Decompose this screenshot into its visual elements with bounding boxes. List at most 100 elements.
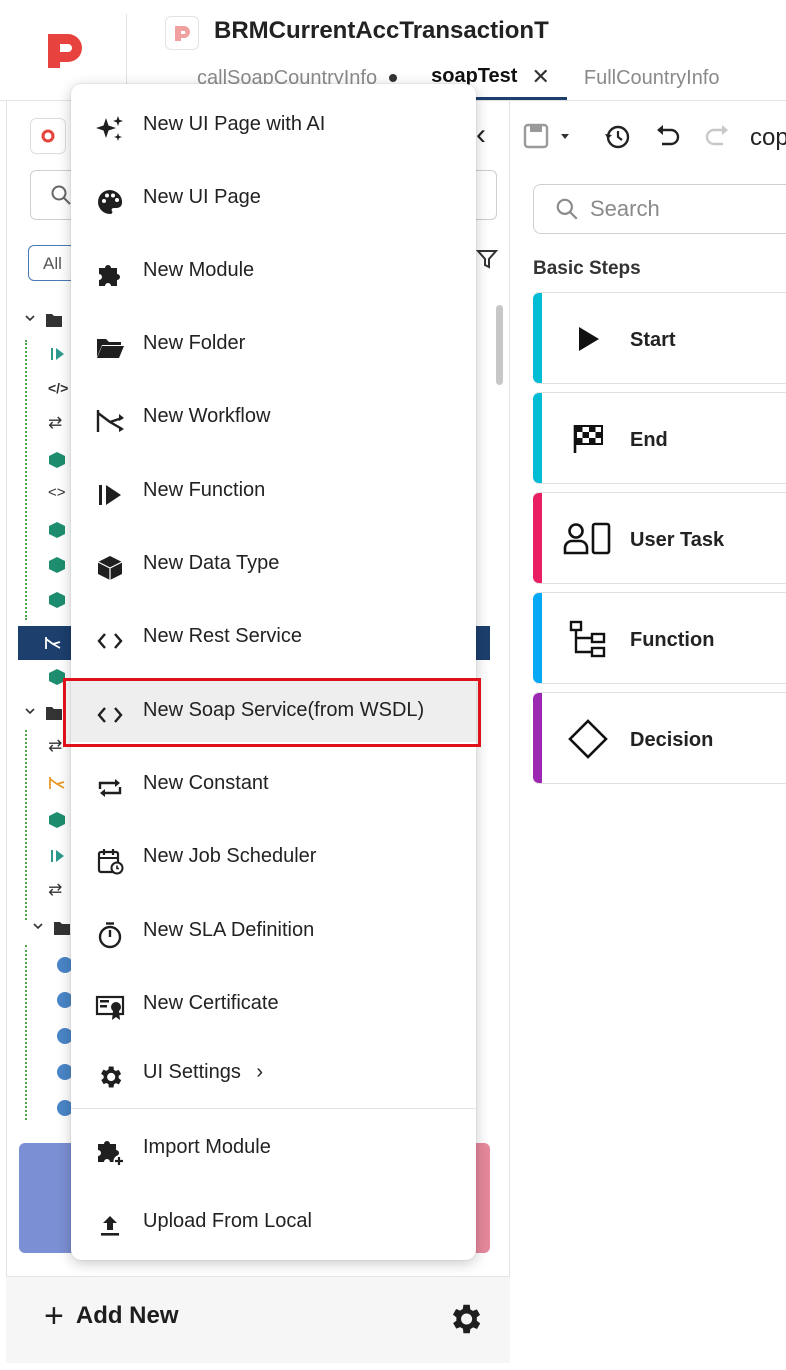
brand-logo (48, 34, 82, 68)
diamond-icon (563, 715, 613, 763)
menu-item-label: New Function (143, 478, 266, 501)
palette-icon (95, 187, 125, 217)
step-label: Start (630, 329, 676, 351)
menu-item-new-folder[interactable]: New Folder (71, 311, 476, 375)
step-decision[interactable]: Decision (533, 692, 786, 784)
app-icon (165, 16, 199, 50)
menu-item-label: New UI Page (143, 185, 261, 208)
sparkles-icon (95, 114, 125, 144)
search-field[interactable] (590, 196, 786, 222)
highlight-annotation-box (63, 678, 481, 747)
menu-item-label: New Certificate (143, 991, 279, 1014)
menu-item-new-sla-definition[interactable]: New SLA Definition (71, 898, 476, 962)
function-tree-icon (563, 615, 613, 663)
menu-item-label: UI Settings › (143, 1061, 263, 1084)
search-icon (51, 185, 71, 205)
header-divider (126, 14, 127, 90)
plus-icon: + (44, 1297, 64, 1335)
menu-item-label: New UI Page with AI (143, 112, 326, 135)
menu-item-new-workflow[interactable]: New Workflow (71, 384, 476, 448)
step-user-task[interactable]: User Task (533, 492, 786, 584)
menu-item-ui-settings[interactable]: UI Settings › (71, 1040, 476, 1104)
app-logo-icon (175, 26, 190, 41)
cube-icon (95, 553, 125, 583)
menu-item-label: New Workflow (143, 404, 271, 427)
menu-item-import-module[interactable]: Import Module (71, 1115, 476, 1179)
step-color-bar (533, 293, 542, 383)
menu-item-label: New SLA Definition (143, 918, 315, 941)
menu-item-new-ui-page-with-ai[interactable]: New UI Page with AI (71, 92, 476, 156)
add-new-button[interactable]: + Add New (44, 1297, 179, 1335)
collapse-panel-icon[interactable]: ‹ (476, 118, 486, 152)
menu-item-new-ui-page[interactable]: New UI Page (71, 165, 476, 229)
gear-icon (452, 1304, 481, 1334)
certificate-icon (95, 993, 125, 1023)
code-brackets-icon (95, 626, 125, 656)
tab-label: FullCountryInfo (583, 66, 720, 89)
close-tab-icon[interactable]: ✕ (531, 64, 549, 90)
workflow-icon (95, 406, 125, 436)
add-new-label: Add New (75, 1302, 179, 1329)
ui-settings-label: UI Settings (143, 1060, 241, 1083)
save-dropdown[interactable] (523, 120, 573, 159)
checkered-flag-icon (563, 415, 613, 463)
menu-item-label: Import Module (143, 1135, 271, 1158)
project-icon[interactable] (30, 118, 66, 154)
filter-icon[interactable] (475, 248, 499, 277)
promo-banner-left[interactable] (19, 1143, 75, 1253)
puzzle-icon (95, 260, 125, 290)
unsaved-dot-icon (389, 74, 398, 82)
menu-item-label: New Data Type (143, 551, 280, 574)
user-task-icon (563, 515, 613, 563)
step-color-bar (533, 693, 542, 783)
menu-item-new-data-type[interactable]: New Data Type (71, 531, 476, 595)
play-icon (563, 315, 613, 363)
stopwatch-icon (95, 920, 125, 950)
explorer-scrollbar[interactable] (496, 305, 503, 385)
folder-open-icon (95, 333, 125, 363)
calendar-clock-icon (95, 846, 125, 876)
redo-icon[interactable] (703, 120, 731, 159)
gear-icon (95, 1062, 125, 1092)
puzzle-add-icon (95, 1137, 125, 1167)
filter-all-chip[interactable]: All (28, 245, 76, 281)
step-color-bar (533, 393, 542, 483)
undo-icon[interactable] (654, 120, 682, 159)
menu-item-label: New Job Scheduler (143, 844, 317, 867)
step-color-bar (533, 593, 542, 683)
tab-fullcountryinfo[interactable]: FullCountryInfo (567, 56, 737, 100)
steps-search-input[interactable] (533, 184, 786, 234)
menu-divider (71, 1108, 476, 1109)
menu-item-new-module[interactable]: New Module (71, 238, 476, 302)
menu-item-label: New Constant (143, 771, 269, 794)
menu-item-new-constant[interactable]: New Constant (71, 751, 476, 815)
step-label: End (630, 429, 668, 451)
search-icon (556, 198, 578, 220)
step-start[interactable]: Start (533, 292, 786, 384)
menu-item-new-function[interactable]: New Function (71, 458, 476, 522)
app-title: BRMCurrentAccTransactionT (214, 17, 549, 44)
copy-label[interactable]: cop (750, 124, 786, 152)
function-play-icon (95, 480, 125, 510)
menu-item-new-rest-service[interactable]: New Rest Service (71, 604, 476, 668)
chevron-right-icon: › (256, 1060, 264, 1083)
repeat-icon (95, 773, 125, 803)
settings-button[interactable] (445, 1300, 485, 1340)
basic-steps-title: Basic Steps (533, 258, 641, 279)
step-function[interactable]: Function (533, 592, 786, 684)
menu-item-new-certificate[interactable]: New Certificate (71, 971, 476, 1035)
menu-item-new-job-scheduler[interactable]: New Job Scheduler (71, 824, 476, 888)
menu-item-label: Upload From Local (143, 1209, 312, 1232)
step-label: Decision (630, 729, 714, 751)
step-label: Function (630, 629, 715, 651)
menu-item-label: New Folder (143, 331, 246, 354)
menu-item-label: New Rest Service (143, 624, 302, 647)
step-label: User Task (630, 529, 725, 551)
menu-item-label: New Module (143, 258, 255, 281)
upload-icon (95, 1211, 125, 1241)
history-icon[interactable] (603, 120, 633, 159)
step-end[interactable]: End (533, 392, 786, 484)
add-new-menu: New UI Page with AI New UI Page New Modu… (71, 84, 476, 1260)
step-color-bar (533, 493, 542, 583)
menu-item-upload-from-local[interactable]: Upload From Local (71, 1189, 476, 1253)
